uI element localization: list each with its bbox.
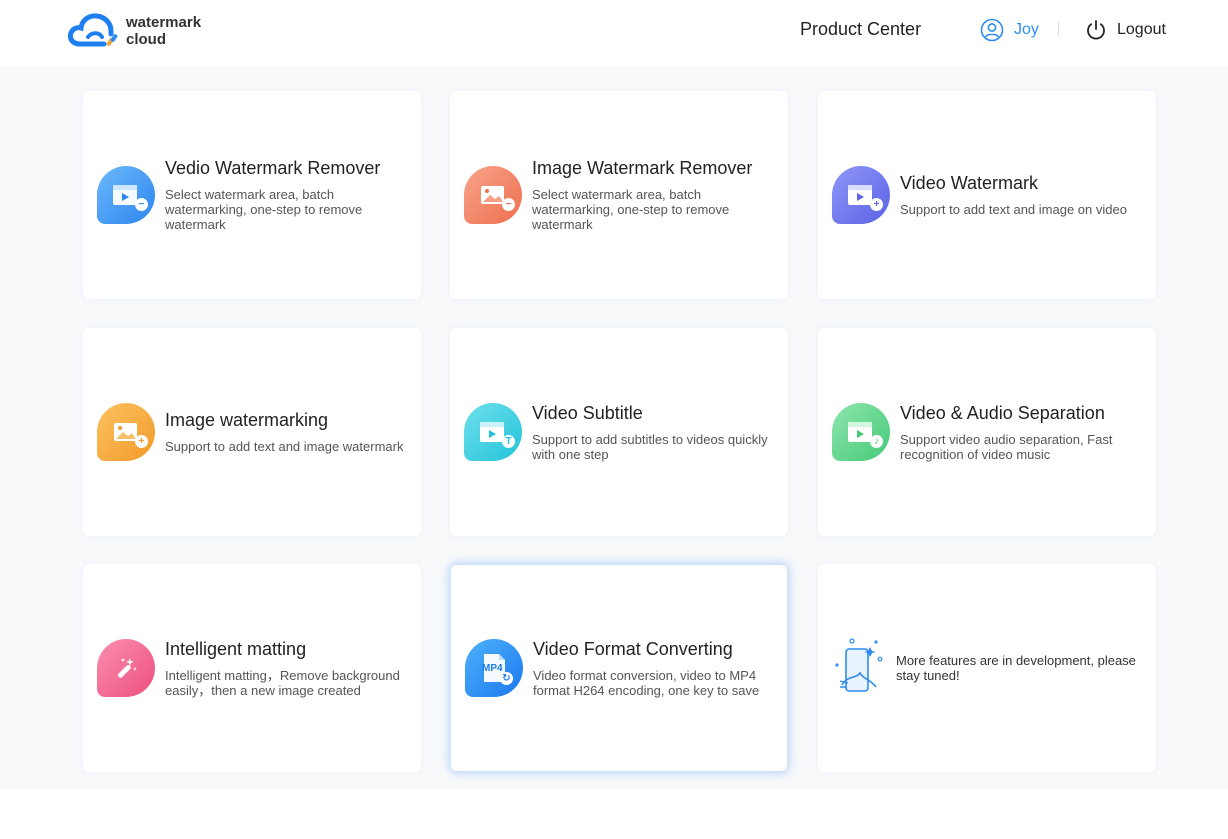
card-description: More features are in development, please… xyxy=(896,653,1136,683)
nav-product-center[interactable]: Product Center xyxy=(800,19,921,40)
video-add-icon: + xyxy=(832,166,890,224)
video-remove-icon: − xyxy=(97,166,155,224)
video-subtitle-icon: T xyxy=(464,403,522,461)
logo-line-1: watermark xyxy=(126,14,202,31)
card-description: Select watermark area, batch watermarkin… xyxy=(165,187,363,232)
user-menu[interactable]: Joy xyxy=(980,17,1039,43)
image-remove-icon: − xyxy=(464,166,522,224)
card-title: Video Subtitle xyxy=(532,402,643,423)
product-grid: − Vedio Watermark Remover Select waterma… xyxy=(0,66,1228,789)
nav-divider xyxy=(1058,22,1059,36)
card-video-format-converting[interactable]: MP4 ↻ Video Format Converting Video form… xyxy=(450,564,788,772)
card-image-watermarking[interactable]: + Image watermarking Support to add text… xyxy=(83,328,421,536)
card-title: Video Format Converting xyxy=(533,638,733,659)
cloud-logo-icon xyxy=(67,10,122,52)
card-description: Support to add text and image on video xyxy=(900,202,1127,217)
card-title: Video Watermark xyxy=(900,173,1039,193)
video-audio-icon: ♪ xyxy=(832,403,890,461)
logout-button[interactable]: Logout xyxy=(1085,17,1166,43)
card-video-subtitle[interactable]: T Video Subtitle Support to add subtitle… xyxy=(450,328,788,536)
card-title: Intelligent matting xyxy=(165,638,307,659)
card-title: Video & Audio Separation xyxy=(900,402,1105,423)
card-intelligent-matting[interactable]: Intelligent matting Intelligent matting，… xyxy=(83,564,421,772)
card-image-watermark-remover[interactable]: − Image Watermark Remover Select waterma… xyxy=(450,91,788,299)
image-add-icon: + xyxy=(97,403,155,461)
mp4-label: MP4 xyxy=(482,663,503,674)
card-description: Support to add subtitles to videos quick… xyxy=(532,431,768,462)
magic-wand-icon xyxy=(97,639,155,697)
card-title: Image Watermark Remover xyxy=(532,158,753,178)
mp4-convert-icon: MP4 ↻ xyxy=(465,639,523,697)
development-illustration-icon xyxy=(832,635,890,701)
logout-label: Logout xyxy=(1117,21,1166,38)
top-header: watermark cloud Product Center Joy Logou… xyxy=(0,0,1228,66)
card-title: Vedio Watermark Remover xyxy=(165,158,381,178)
card-video-audio-separation[interactable]: ♪ Video & Audio Separation Support video… xyxy=(818,328,1156,536)
card-title: Image watermarking xyxy=(165,410,329,430)
card-description: Support to add text and image watermark xyxy=(165,439,404,454)
logo-line-2: cloud xyxy=(126,31,166,48)
card-description: Support video audio separation, Fast rec… xyxy=(900,431,1113,462)
card-video-watermark-remover[interactable]: − Vedio Watermark Remover Select waterma… xyxy=(83,91,421,299)
user-icon xyxy=(980,18,1004,42)
user-name: Joy xyxy=(1014,21,1039,38)
card-description: Select watermark area, batch watermarkin… xyxy=(532,187,730,232)
card-description: Intelligent matting，Remove background ea… xyxy=(165,667,400,698)
card-video-watermark[interactable]: + Video Watermark Support to add text an… xyxy=(818,91,1156,299)
logo[interactable]: watermark cloud xyxy=(67,10,218,52)
card-more-features: More features are in development, please… xyxy=(818,564,1156,772)
card-description: Video format conversion, video to MP4 fo… xyxy=(533,667,760,698)
power-icon xyxy=(1087,20,1105,40)
